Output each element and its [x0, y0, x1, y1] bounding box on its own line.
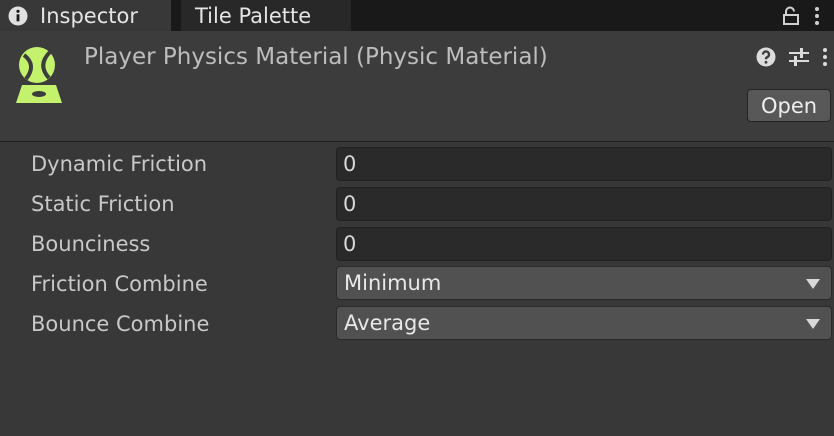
preset-sliders-icon[interactable] [788, 47, 810, 67]
property-row-bounciness: Bounciness 0 [0, 226, 834, 262]
tab-bar: Inspector Tile Palette [0, 0, 834, 31]
window-controls [782, 0, 834, 31]
property-row-bounce-combine: Bounce Combine Average [0, 306, 834, 342]
tab-tile-palette[interactable]: Tile Palette [181, 0, 351, 31]
bounciness-field[interactable]: 0 [336, 227, 832, 261]
dynamic-friction-field[interactable]: 0 [336, 147, 832, 181]
property-label: Bounciness [31, 232, 151, 256]
tab-inspector[interactable]: Inspector [0, 0, 171, 31]
header-icons [756, 47, 828, 67]
tab-tile-palette-label: Tile Palette [195, 3, 312, 28]
bounce-combine-value: Average [344, 311, 431, 335]
open-button[interactable]: Open [747, 89, 831, 122]
bounce-combine-dropdown[interactable]: Average [336, 306, 832, 340]
dropdown-arrow-icon [806, 319, 820, 329]
physic-material-icon [16, 47, 62, 103]
property-label: Friction Combine [31, 272, 208, 296]
property-label: Bounce Combine [31, 312, 210, 336]
lock-icon[interactable] [782, 6, 800, 26]
tab-inspector-label: Inspector [40, 3, 138, 28]
friction-combine-value: Minimum [344, 271, 442, 295]
help-icon[interactable] [756, 47, 776, 67]
static-friction-field[interactable]: 0 [336, 187, 832, 221]
property-label: Static Friction [31, 192, 175, 216]
kebab-menu-icon[interactable] [822, 47, 828, 67]
friction-combine-dropdown[interactable]: Minimum [336, 266, 832, 300]
dropdown-arrow-icon [806, 279, 820, 289]
property-row-friction-combine: Friction Combine Minimum [0, 266, 834, 302]
inspector-header: Player Physics Material (Physic Material… [0, 31, 834, 142]
property-label: Dynamic Friction [31, 152, 208, 176]
kebab-menu-icon[interactable] [814, 6, 820, 26]
info-icon [8, 6, 28, 25]
property-row-dynamic-friction: Dynamic Friction 0 [0, 146, 834, 182]
property-row-static-friction: Static Friction 0 [0, 186, 834, 222]
asset-title: Player Physics Material (Physic Material… [84, 44, 548, 70]
